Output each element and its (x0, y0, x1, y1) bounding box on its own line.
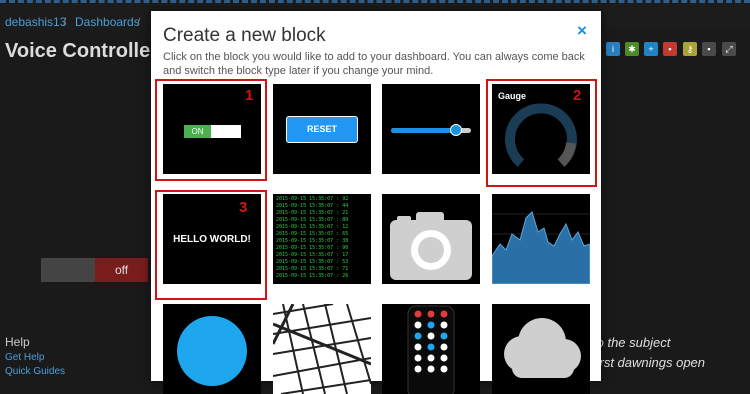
annotation-box-2: 2 (486, 79, 597, 187)
reset-button-preview: RESET (286, 116, 358, 143)
stream-line: 2015-09-15 15:35:07 : 53 (276, 259, 349, 265)
camera-icon (390, 212, 472, 280)
breadcrumb-separator: / (63, 15, 67, 29)
background-toggle-off[interactable]: off (95, 258, 148, 282)
color-circle-icon (177, 316, 247, 386)
annotation-box-3: 3 (155, 190, 267, 300)
breadcrumb-dashboards[interactable]: Dashboards (75, 15, 140, 29)
slider-handle (450, 124, 462, 136)
chart-block-tile[interactable] (492, 194, 590, 284)
stream-line: 2015-09-15 15:35:07 : 71 (276, 266, 349, 272)
info-icon[interactable]: i (606, 42, 620, 56)
stream-line: 2015-09-15 15:35:07 : 38 (276, 238, 349, 244)
gear-icon[interactable]: ✱ (625, 42, 639, 56)
breadcrumb-separator: / (137, 15, 141, 29)
stream-line: 2015-09-15 15:35:07 : 12 (276, 224, 349, 230)
trash-icon[interactable]: ▪ (663, 42, 677, 56)
quote-line-1: to the subject (593, 335, 671, 350)
map-block-tile[interactable] (273, 304, 371, 394)
map-icon (273, 304, 371, 394)
slider-block-tile[interactable] (382, 84, 480, 174)
breadcrumb-user[interactable]: debashis13 (5, 15, 66, 29)
remote-block-tile[interactable] (382, 304, 480, 394)
area-chart-icon (492, 211, 590, 284)
slider-fill (391, 128, 456, 133)
stream-line: 2015-09-15 15:35:07 : 80 (276, 217, 349, 223)
modal-title: Create a new block (163, 25, 326, 46)
annotation-box-1: 1 (155, 79, 267, 181)
key-icon[interactable]: ⚷ (683, 42, 697, 56)
stream-line: 2015-09-15 15:35:07 : 21 (276, 210, 349, 216)
expand-icon[interactable]: ⤢ (722, 42, 736, 56)
stream-line: 2015-09-15 15:35:07 : 17 (276, 252, 349, 258)
get-help-link[interactable]: Get Help (5, 352, 44, 363)
cloud-icon (504, 318, 581, 378)
annotation-number: 2 (573, 87, 582, 104)
stream-log: 2015-09-15 15:35:07 : 92 2015-09-15 15:35… (276, 196, 348, 280)
quick-guides-link[interactable]: Quick Guides (5, 366, 65, 377)
quote-line-2: first dawnings open (593, 355, 706, 370)
annotation-number: 3 (239, 199, 248, 216)
lock-icon[interactable]: ▪ (702, 42, 716, 56)
image-block-tile[interactable] (382, 194, 480, 284)
modal-description: Click on the block you would like to add… (163, 51, 585, 77)
stream-line: 2015-09-15 15:35:07 : 26 (276, 273, 349, 279)
stream-line: 2015-09-15 15:35:07 : 92 (276, 196, 349, 202)
close-icon[interactable]: × (577, 21, 587, 41)
annotation-number: 1 (245, 87, 254, 104)
stream-line: 2015-09-15 15:35:07 : 44 (276, 203, 349, 209)
color-block-tile[interactable] (163, 304, 261, 394)
button-block-tile[interactable]: RESET (273, 84, 371, 174)
stream-block-tile[interactable]: 2015-09-15 15:35:07 : 92 2015-09-15 15:35… (273, 194, 371, 284)
stream-line: 2015-09-15 15:35:07 : 90 (276, 245, 349, 251)
help-heading: Help (5, 335, 30, 349)
plus-icon[interactable]: + (644, 42, 658, 56)
remote-control-icon (407, 305, 455, 394)
stream-line: 2015-09-15 15:35:07 : 65 (276, 231, 349, 237)
page-title: Voice Controlled (5, 40, 163, 62)
weather-block-tile[interactable] (492, 304, 590, 394)
